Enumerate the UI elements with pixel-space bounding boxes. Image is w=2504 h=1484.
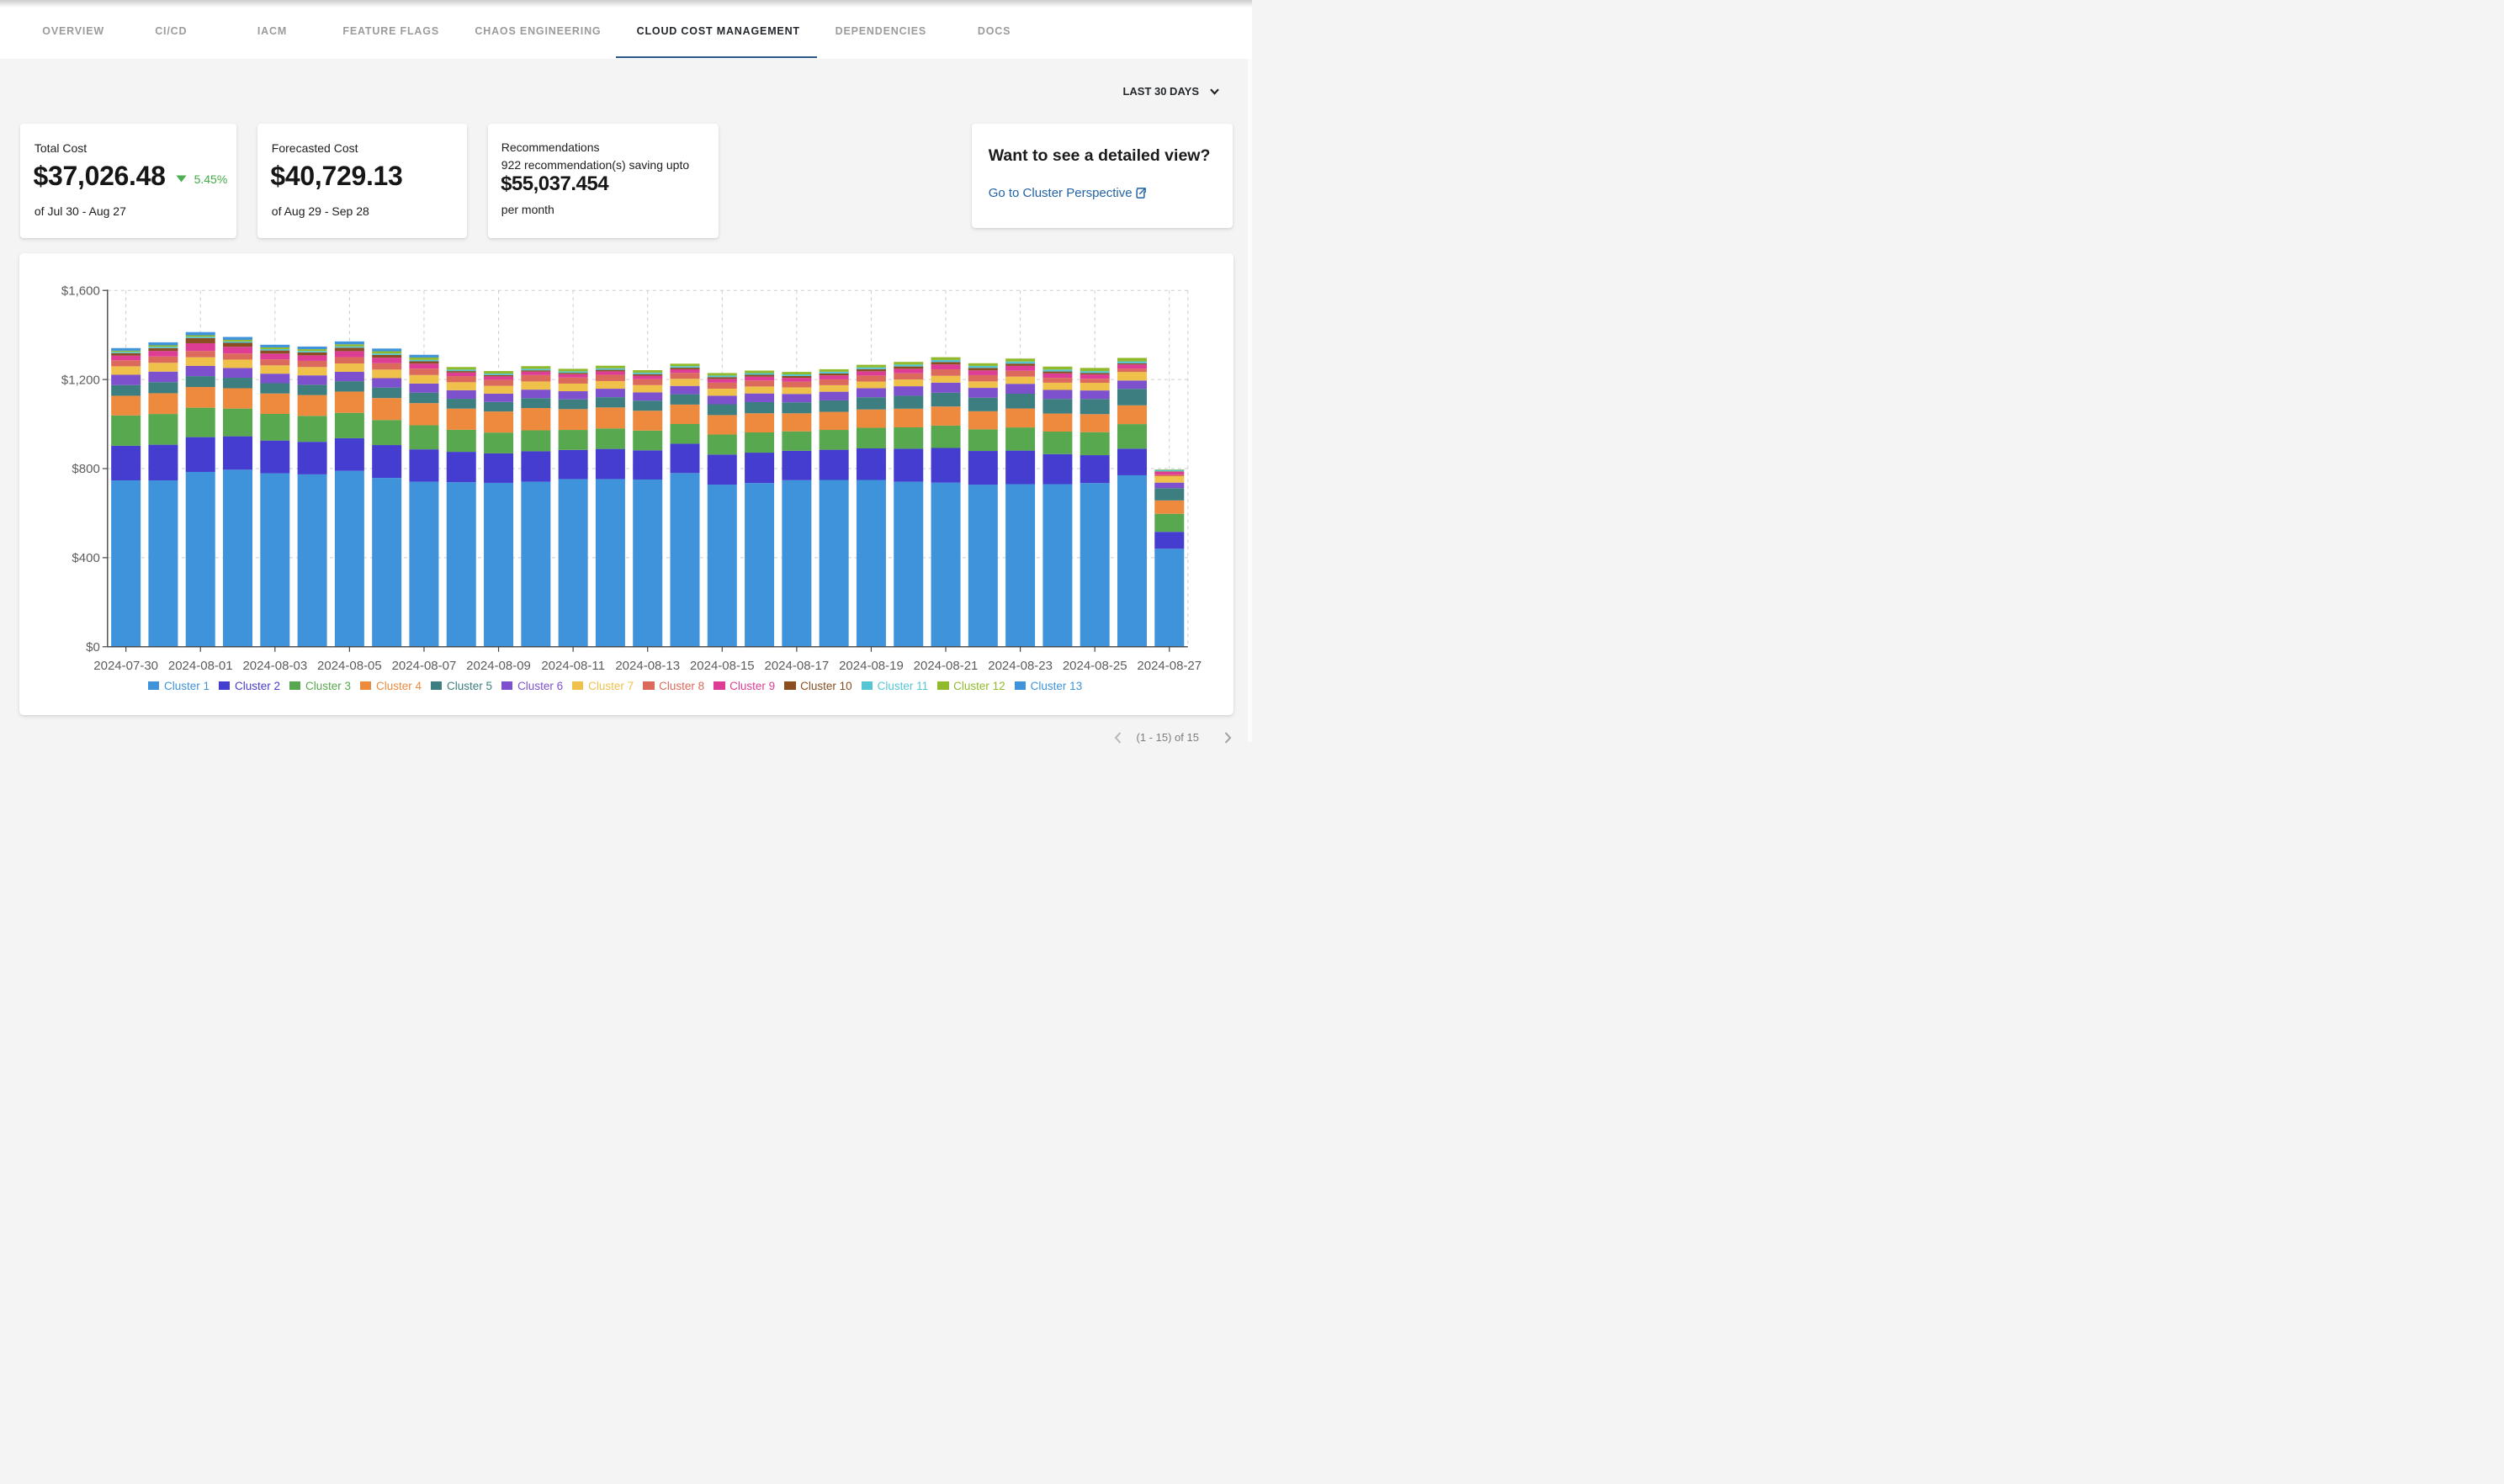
svg-text:$400: $400 — [72, 551, 99, 565]
svg-text:2024-08-15: 2024-08-15 — [690, 659, 755, 673]
svg-text:2024-08-05: 2024-08-05 — [317, 659, 382, 673]
svg-text:2024-07-30: 2024-07-30 — [93, 659, 158, 673]
svg-text:2024-08-23: 2024-08-23 — [988, 659, 1053, 673]
svg-text:2024-08-17: 2024-08-17 — [765, 659, 830, 673]
svg-text:2024-08-19: 2024-08-19 — [839, 659, 904, 673]
svg-text:2024-08-27: 2024-08-27 — [1137, 659, 1202, 673]
svg-text:2024-08-09: 2024-08-09 — [466, 659, 531, 673]
svg-text:$800: $800 — [72, 462, 99, 476]
svg-text:2024-08-07: 2024-08-07 — [392, 659, 457, 673]
svg-text:2024-08-13: 2024-08-13 — [615, 659, 680, 673]
svg-text:$1,200: $1,200 — [61, 373, 100, 387]
svg-text:$0: $0 — [86, 640, 100, 655]
svg-text:2024-08-01: 2024-08-01 — [168, 659, 233, 673]
svg-text:2024-08-21: 2024-08-21 — [914, 659, 979, 673]
svg-text:2024-08-25: 2024-08-25 — [1063, 659, 1127, 673]
svg-text:2024-08-11: 2024-08-11 — [541, 659, 605, 673]
svg-text:$1,600: $1,600 — [61, 284, 100, 298]
svg-text:2024-08-03: 2024-08-03 — [242, 659, 307, 673]
